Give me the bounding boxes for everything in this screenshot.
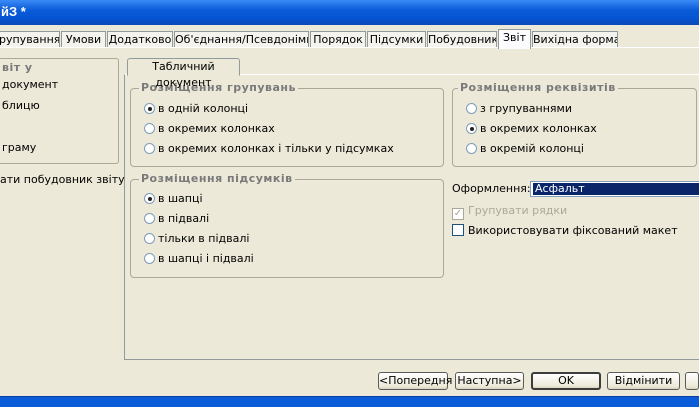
radio-icon	[466, 103, 477, 114]
group-rows-checkbox[interactable]: ✓ Групувати рядки	[452, 203, 568, 220]
details-with-groupings-radio[interactable]: з групуваннями	[466, 101, 572, 117]
totals-placement-title: Розміщення підсумків	[139, 172, 295, 185]
main-tab-strip: рупування Умови Додатково Об'єднання/Псе…	[0, 29, 699, 49]
details-separate-column-radio[interactable]: в окремій колонці	[466, 141, 584, 157]
checkbox-label: Групувати рядки	[468, 204, 568, 217]
totals-footer-radio[interactable]: в підвалі	[144, 211, 209, 227]
radio-icon	[144, 233, 155, 244]
design-label: Оформлення:	[452, 182, 531, 195]
tab-builder[interactable]: Побудовник	[427, 31, 497, 48]
window-titlebar[interactable]: йЗ *	[0, 0, 699, 25]
radio-icon	[144, 213, 155, 224]
radio-label: в шапці	[158, 192, 203, 205]
prev-button[interactable]: <Попередня	[378, 372, 452, 390]
radio-label: в окремій колонці	[480, 142, 584, 155]
ok-button[interactable]: OK	[531, 372, 601, 390]
taskbar-strip	[0, 396, 699, 407]
tab-output-form[interactable]: Вихідна форма	[532, 31, 618, 48]
help-button[interactable]	[685, 372, 699, 390]
tab-table-document-label: Табличний документ	[152, 60, 215, 89]
details-separate-columns-radio[interactable]: в окремих колонках	[466, 121, 597, 137]
tab-grouping[interactable]: рупування	[0, 31, 60, 48]
tab-label: Підсумки	[369, 33, 424, 46]
checkbox-label: Використовувати фіксований макет	[468, 224, 678, 237]
totals-header-radio[interactable]: в шапці	[144, 191, 203, 207]
tab-table-document[interactable]: Табличний документ	[127, 58, 240, 89]
tab-report[interactable]: Звіт	[498, 29, 531, 49]
totals-header-and-footer-radio[interactable]: в шапці і підвалі	[144, 251, 254, 267]
radio-label: в підвалі	[158, 212, 210, 225]
radio-label: в окремих колонках	[480, 122, 597, 135]
report-type-group-title: віт у	[0, 61, 35, 74]
radio-icon	[466, 123, 477, 134]
tab-strip-border	[0, 47, 699, 48]
groupings-separate-columns-radio[interactable]: в окремих колонках	[144, 121, 275, 137]
tab-label: Побудовник	[428, 33, 497, 46]
checkmark-icon: ✓	[452, 208, 464, 220]
tab-label: Вихідна форма	[533, 33, 618, 46]
design-select-value: Асфальт	[533, 183, 699, 195]
tab-label: Додатково	[108, 33, 172, 46]
radio-label: в одній колонці	[158, 102, 249, 115]
groupings-one-column-radio[interactable]: в одній колонці	[144, 101, 248, 117]
radio-label: в окремих колонках і тільки у підсумках	[158, 142, 394, 155]
tab-label: Об'єднання/Псевдоніми	[175, 33, 309, 46]
use-report-builder-checkbox[interactable]: ати побудовник звіту	[0, 173, 125, 186]
radio-icon	[144, 193, 155, 204]
groupings-separate-columns-totals-radio[interactable]: в окремих колонках і тільки у підсумках	[144, 141, 394, 157]
next-button[interactable]: Наступна>	[455, 372, 524, 390]
totals-footer-only-radio[interactable]: тільки в підвалі	[144, 231, 249, 247]
tab-label: рупування	[0, 33, 60, 46]
radio-icon	[144, 143, 155, 154]
tab-additional[interactable]: Додатково	[107, 31, 173, 48]
cancel-button[interactable]: Відмінити	[607, 372, 680, 390]
tab-label: Звіт	[503, 31, 526, 44]
tab-conditions[interactable]: Умови	[61, 31, 106, 48]
radio-label: тільки в підвалі	[158, 232, 250, 245]
report-type-option-table[interactable]: блицю	[2, 99, 40, 112]
report-type-option-diagram[interactable]: граму	[2, 141, 36, 154]
tab-label: Умови	[65, 33, 102, 46]
fixed-layout-checkbox[interactable]: Використовувати фіксований макет	[452, 223, 678, 239]
radio-icon	[144, 123, 155, 134]
checkbox-box-icon	[452, 224, 464, 236]
tab-joins-aliases[interactable]: Об'єднання/Псевдоніми	[174, 31, 309, 48]
radio-icon	[144, 253, 155, 264]
details-placement-title: Розміщення реквізитів	[458, 81, 618, 94]
radio-label: в окремих колонках	[158, 122, 275, 135]
radio-icon	[466, 143, 477, 154]
radio-icon	[144, 103, 155, 114]
window-title: йЗ *	[1, 4, 26, 19]
tab-order[interactable]: Порядок	[310, 31, 366, 48]
radio-label: з групуваннями	[480, 102, 572, 115]
design-select[interactable]: Асфальт	[530, 181, 699, 197]
tab-label: Порядок	[313, 33, 363, 46]
radio-label: в шапці і підвалі	[158, 252, 254, 265]
tab-totals[interactable]: Підсумки	[367, 31, 426, 48]
report-type-option-document[interactable]: документ	[2, 78, 58, 91]
